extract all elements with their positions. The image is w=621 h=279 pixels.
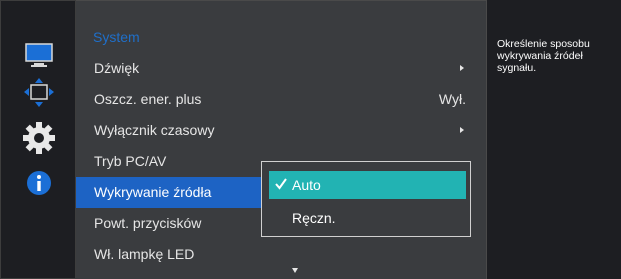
menu-item-label: Powt. przycisków <box>94 215 202 231</box>
menu-item-sound[interactable]: Dźwięk <box>76 53 486 84</box>
help-text: Określenie sposobu wykrywania źródeł syg… <box>497 38 590 74</box>
menu-item-label: Oszcz. ener. plus <box>94 91 202 107</box>
system-menu: System Dźwięk Oszcz. ener. plus Wył. Wył… <box>76 0 486 279</box>
checkmark-icon <box>275 178 287 190</box>
menu-item-label: Dźwięk <box>94 60 140 76</box>
menu-item-eco-saving[interactable]: Oszcz. ener. plus Wył. <box>76 84 486 115</box>
menu-item-power-led[interactable]: Wł. lampkę LED <box>76 239 486 270</box>
option-label: Ręczn. <box>292 210 336 226</box>
source-detection-submenu: Auto Ręczn. <box>261 161 471 237</box>
monitor-icon[interactable] <box>22 39 56 73</box>
osd-menu: System Dźwięk Oszcz. ener. plus Wył. Wył… <box>0 0 621 279</box>
gear-icon[interactable] <box>22 121 56 155</box>
menu-item-value: Wył. <box>438 91 466 107</box>
scroll-down-icon[interactable] <box>292 268 298 273</box>
menu-item-label: Wł. lampkę LED <box>94 246 195 262</box>
menu-item-label: Wykrywanie źródła <box>94 184 212 200</box>
menu-item-source-detection[interactable]: Wykrywanie źródła <box>76 177 276 208</box>
menu-item-label: Wyłącznik czasowy <box>94 122 215 138</box>
chevron-right-icon <box>460 127 464 133</box>
help-panel: Określenie sposobu wykrywania źródeł syg… <box>486 0 621 279</box>
option-manual[interactable]: Ręczn. <box>269 204 466 232</box>
menu-item-off-timer[interactable]: Wyłącznik czasowy <box>76 115 486 146</box>
option-label: Auto <box>292 177 321 193</box>
position-arrows-icon[interactable] <box>22 76 56 110</box>
category-icon-column <box>0 0 76 279</box>
chevron-right-icon <box>460 65 464 71</box>
menu-title: System <box>93 29 140 45</box>
option-auto[interactable]: Auto <box>269 171 466 199</box>
info-icon[interactable] <box>22 166 56 200</box>
menu-item-label: Tryb PC/AV <box>94 153 167 169</box>
